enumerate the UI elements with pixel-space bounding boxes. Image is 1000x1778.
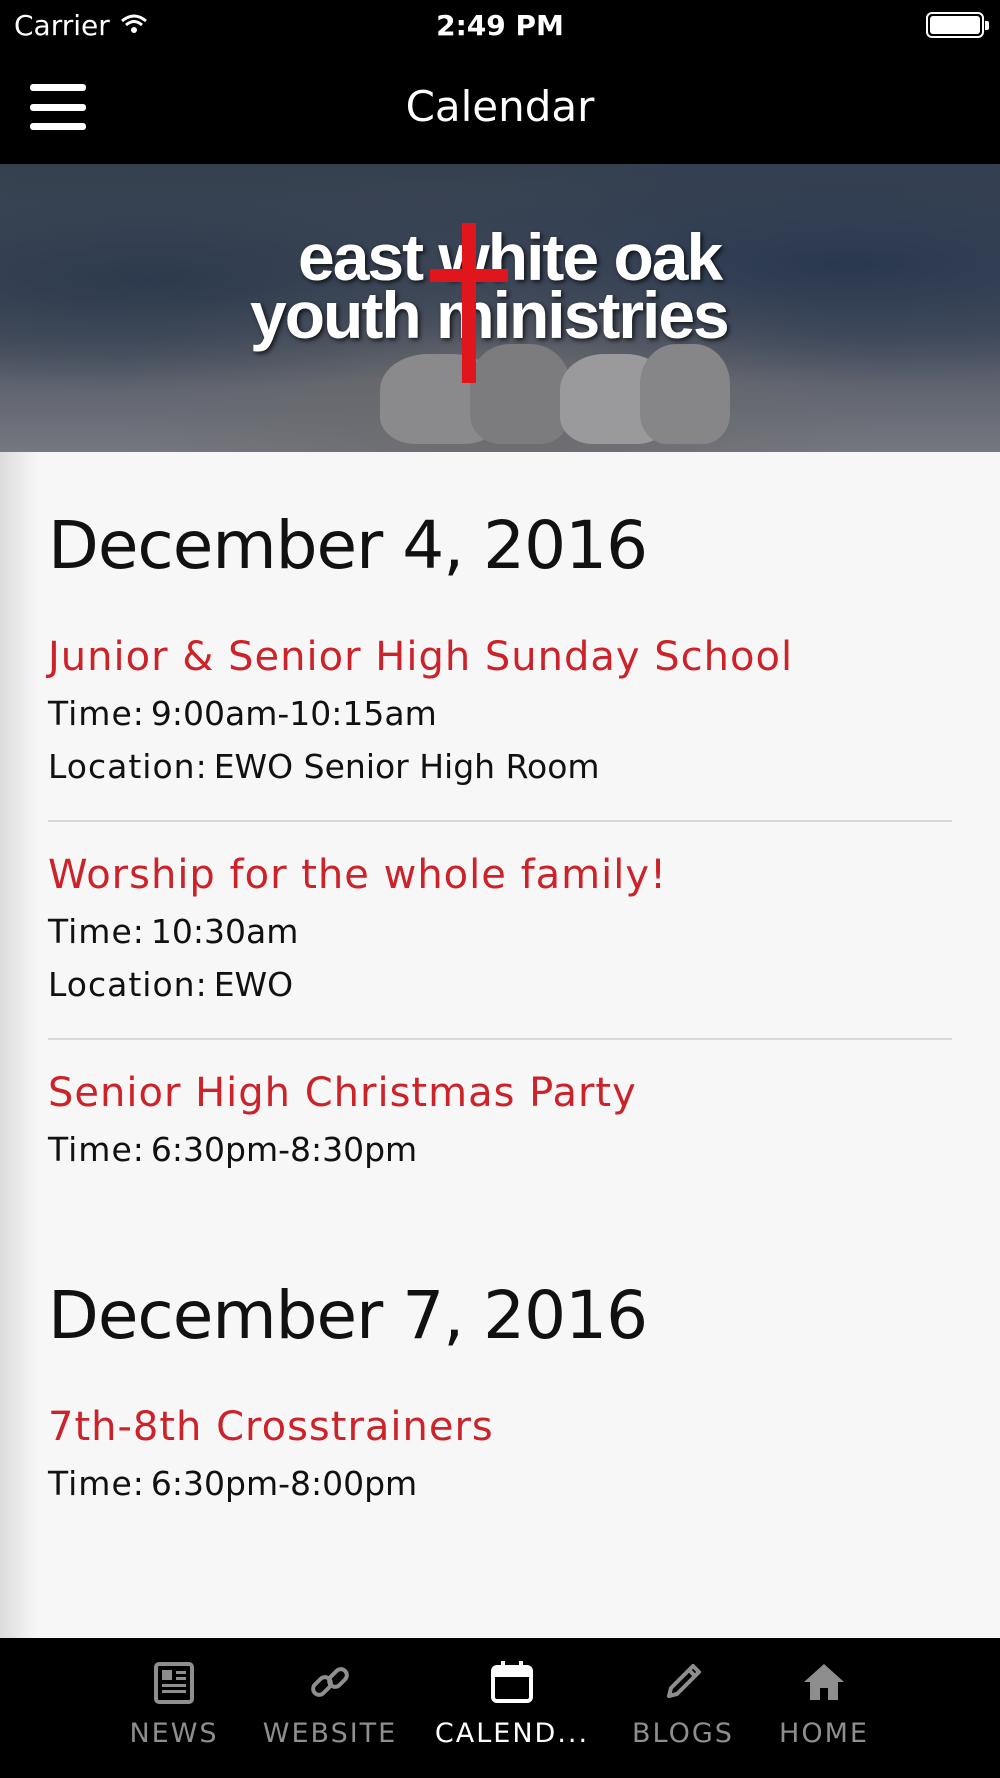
tab-label: HOME: [779, 1718, 869, 1749]
tab-home[interactable]: HOME: [773, 1638, 875, 1778]
page-title: Calendar: [405, 82, 595, 131]
tab-calendar[interactable]: CALEND...: [434, 1638, 590, 1778]
event-time: Time: 6:30pm-8:30pm: [48, 1130, 418, 1169]
event-time: Time: 9:00am-10:15am: [48, 694, 437, 733]
divider: [48, 1038, 952, 1040]
day-date: December 7, 2016: [48, 1277, 648, 1354]
status-time: 2:49 PM: [436, 9, 564, 42]
pencil-icon: [667, 1664, 701, 1698]
event-title[interactable]: 7th-8th Crosstrainers: [48, 1404, 952, 1450]
event-location: Location: EWO: [48, 965, 294, 1004]
divider: [48, 820, 952, 822]
event-item[interactable]: Senior High Christmas Party Time: 6:30pm-…: [48, 1070, 952, 1169]
tab-bar: NEWS WEBSITE CALEND... BLOGS HOME: [0, 1638, 1000, 1778]
status-bar: Carrier 2:49 PM: [0, 0, 1000, 50]
event-location: Location: EWO Senior High Room: [48, 747, 600, 786]
event-item[interactable]: Junior & Senior High Sunday School Time:…: [48, 634, 952, 786]
calendar-icon: [491, 1661, 533, 1703]
tab-news[interactable]: NEWS: [117, 1638, 231, 1778]
link-icon: [311, 1667, 349, 1697]
day-section: December 7, 2016 7th-8th Crosstrainers T…: [48, 1277, 952, 1503]
tab-label: CALEND...: [434, 1718, 590, 1749]
tab-label: BLOGS: [632, 1718, 734, 1749]
day-section: December 4, 2016 Junior & Senior High Su…: [48, 507, 952, 1169]
event-title[interactable]: Junior & Senior High Sunday School: [48, 634, 952, 680]
newspaper-icon: [154, 1662, 194, 1704]
home-icon: [804, 1664, 844, 1700]
cross-icon: [462, 223, 476, 383]
event-time: Time: 10:30am: [48, 912, 299, 951]
banner-image: east white oak youth ministries: [0, 164, 1000, 452]
calendar-list[interactable]: December 4, 2016 Junior & Senior High Su…: [0, 452, 1000, 1638]
tab-label: WEBSITE: [262, 1718, 398, 1749]
tab-label: NEWS: [129, 1718, 219, 1749]
battery-icon: [926, 12, 989, 38]
nav-bar: Calendar: [0, 50, 1000, 164]
event-title[interactable]: Worship for the whole family!: [48, 852, 952, 898]
event-item[interactable]: 7th-8th Crosstrainers Time: 6:30pm-8:00pm: [48, 1404, 952, 1503]
banner-logo-line2: youth ministries: [250, 278, 730, 352]
event-title[interactable]: Senior High Christmas Party: [48, 1070, 952, 1116]
event-item[interactable]: Worship for the whole family! Time: 10:30…: [48, 852, 952, 1004]
event-time: Time: 6:30pm-8:00pm: [48, 1464, 418, 1503]
tab-blogs[interactable]: BLOGS: [626, 1638, 740, 1778]
tab-website[interactable]: WEBSITE: [255, 1638, 405, 1778]
day-date: December 4, 2016: [48, 507, 648, 584]
